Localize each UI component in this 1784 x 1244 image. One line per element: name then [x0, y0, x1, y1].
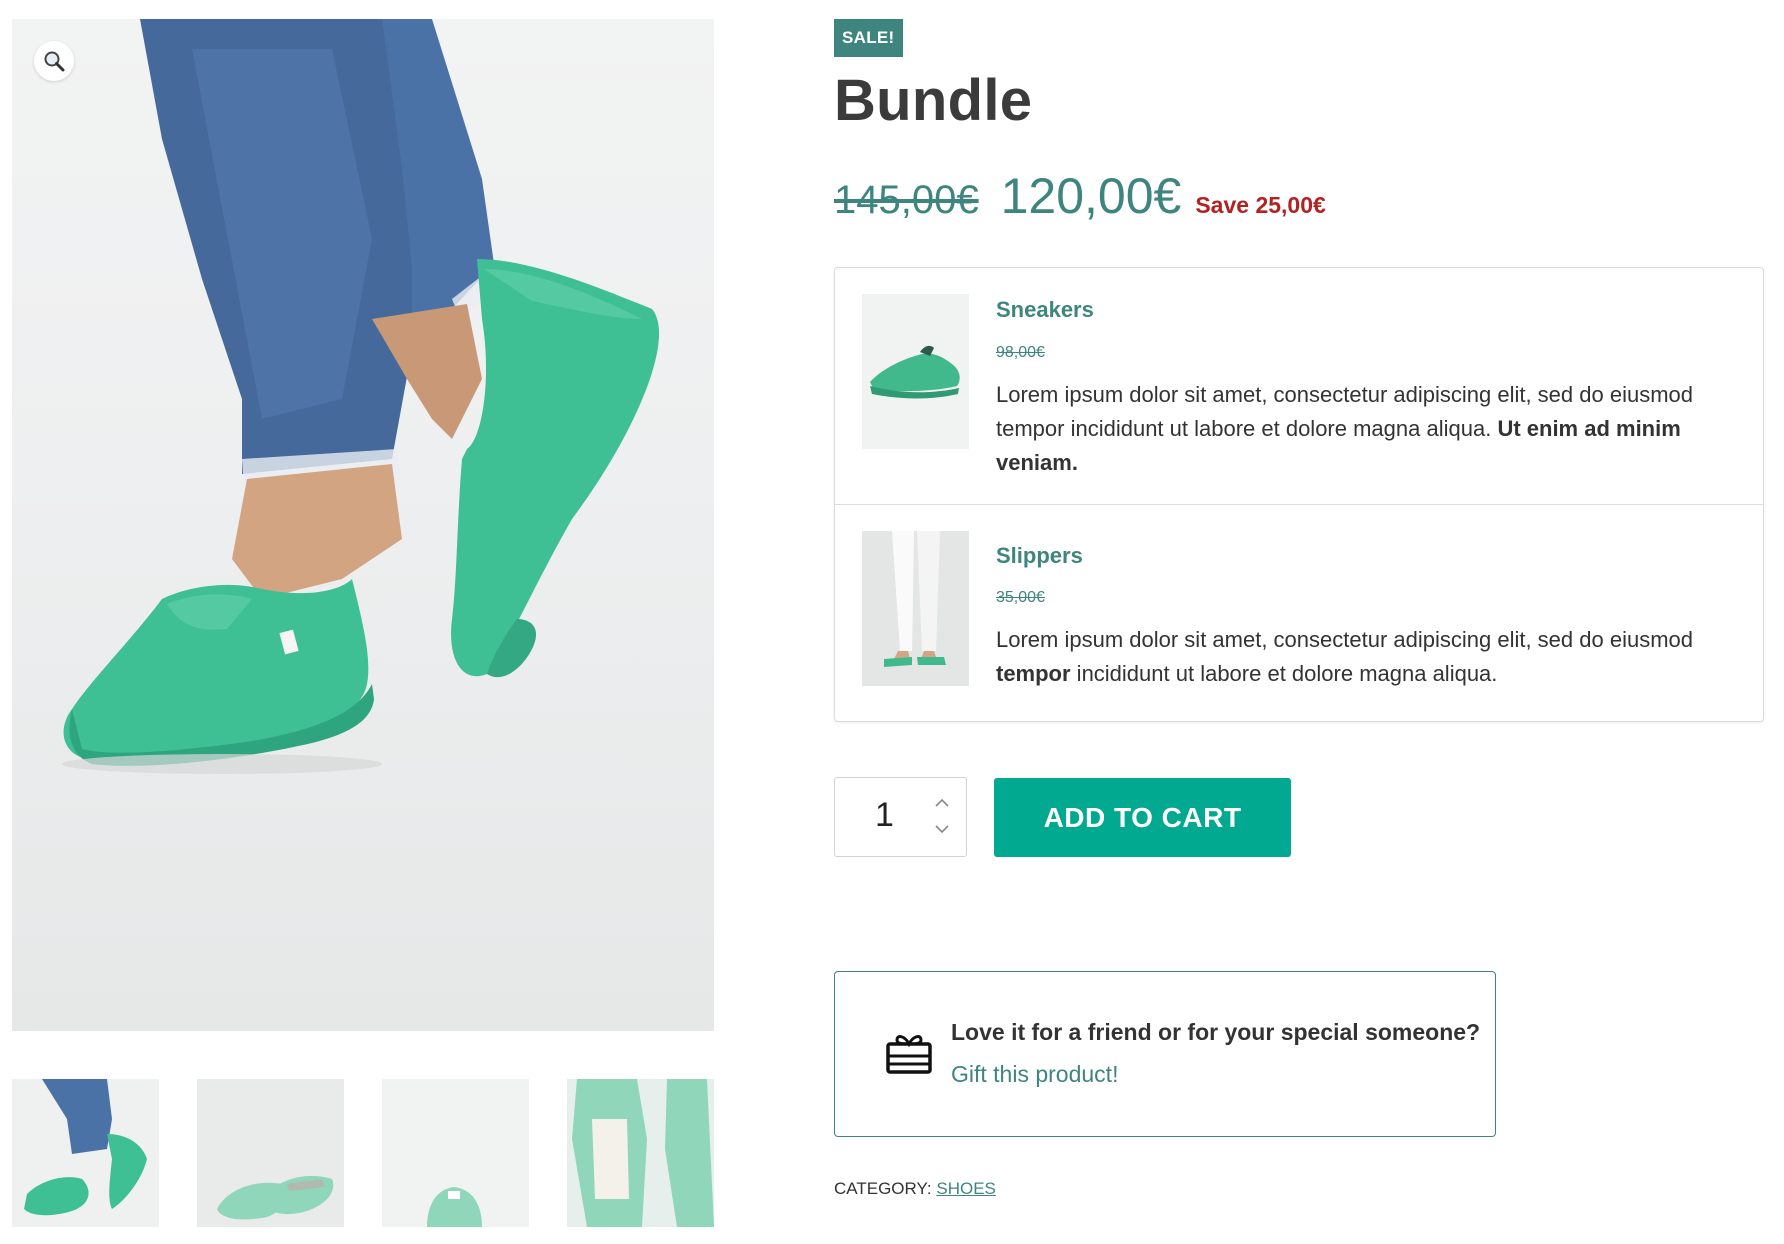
- bundle-item: Sneakers 98,00€ Lorem ipsum dolor sit am…: [835, 268, 1763, 505]
- bundle-item-price: 35,00€: [996, 589, 1045, 606]
- gift-question: Love it for a friend or for your special…: [951, 1019, 1481, 1045]
- bundle-items-box: Sneakers 98,00€ Lorem ipsum dolor sit am…: [834, 267, 1764, 722]
- gift-card-icon: [886, 1035, 932, 1074]
- product-title: Bundle: [834, 68, 1033, 133]
- bundle-item-name-slippers[interactable]: Slippers: [996, 543, 1083, 569]
- quantity-value[interactable]: 1: [875, 796, 894, 835]
- description-text: incididunt ut labore et dolore magna ali…: [1070, 661, 1498, 686]
- product-gallery: [12, 19, 714, 1227]
- product-category: CATEGORY: SHOES: [834, 1179, 996, 1199]
- thumbnail-4[interactable]: [567, 1079, 714, 1227]
- espadrilles-photo: [62, 19, 660, 774]
- thumbnail-3[interactable]: [382, 1079, 529, 1227]
- sale-price: 120,00€: [1000, 168, 1182, 224]
- thumbnail-2[interactable]: [197, 1079, 344, 1227]
- savings-label: Save 25,00€: [1195, 192, 1326, 218]
- gift-product-box: Love it for a friend or for your special…: [834, 971, 1496, 1137]
- sneakers-thumbnail[interactable]: [862, 294, 969, 449]
- bundle-item: Slippers 35,00€ Lorem ipsum dolor sit am…: [835, 505, 1763, 721]
- main-product-image[interactable]: [12, 19, 714, 1031]
- description-bold-text: tempor: [996, 661, 1071, 686]
- quantity-stepper[interactable]: 1: [834, 777, 967, 857]
- gift-product-link[interactable]: Gift this product!: [951, 1061, 1118, 1088]
- category-label: CATEGORY:: [834, 1179, 932, 1198]
- price-row: 145,00€ 120,00€ Save 25,00€: [834, 167, 1326, 227]
- add-to-cart-button[interactable]: ADD TO CART: [994, 778, 1291, 857]
- bundle-item-description: Lorem ipsum dolor sit amet, consectetur …: [996, 378, 1736, 480]
- slippers-thumbnail[interactable]: [862, 531, 969, 686]
- bundle-item-description: Lorem ipsum dolor sit amet, consectetur …: [996, 623, 1736, 691]
- bundle-item-name-sneakers[interactable]: Sneakers: [996, 297, 1094, 323]
- sale-badge: SALE!: [834, 19, 903, 57]
- zoom-button[interactable]: [34, 41, 74, 81]
- bundle-item-price: 98,00€: [996, 344, 1045, 361]
- chevron-up-icon[interactable]: [932, 794, 952, 812]
- old-price: 145,00€: [834, 178, 979, 222]
- category-link[interactable]: SHOES: [936, 1179, 996, 1198]
- description-text: Lorem ipsum dolor sit amet, consectetur …: [996, 627, 1694, 652]
- thumbnail-strip: [12, 1079, 714, 1227]
- chevron-down-icon[interactable]: [932, 820, 952, 838]
- thumbnail-1[interactable]: [12, 1079, 159, 1227]
- magnifier-icon: [44, 51, 65, 72]
